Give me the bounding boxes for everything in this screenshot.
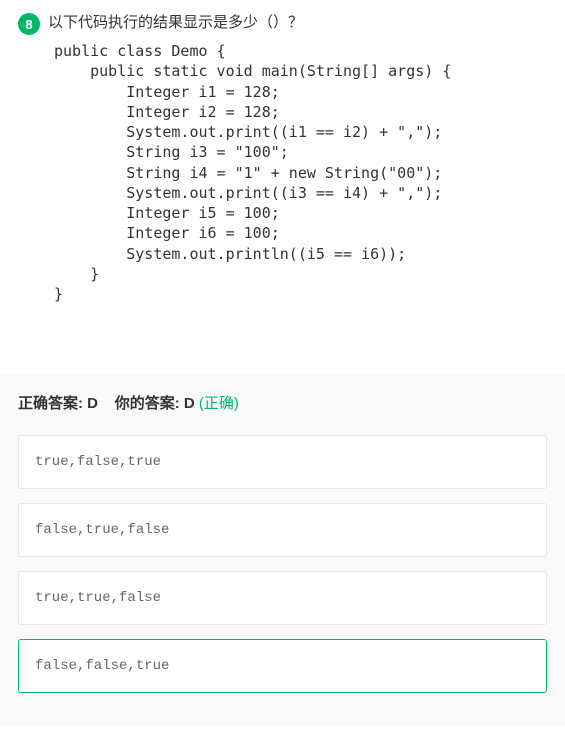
option-c[interactable]: true,true,false bbox=[18, 571, 547, 625]
your-answer-value: D bbox=[184, 395, 195, 412]
your-answer-status: (正确) bbox=[199, 395, 239, 412]
correct-answer-value: D bbox=[87, 395, 98, 412]
answer-section: 正确答案: D 你的答案: D (正确) true,false,true fal… bbox=[0, 374, 565, 725]
option-a[interactable]: true,false,true bbox=[18, 435, 547, 489]
option-text: true,false,true bbox=[35, 454, 161, 470]
question-header: 8 以下代码执行的结果显示是多少（）？ bbox=[18, 12, 565, 35]
option-b[interactable]: false,true,false bbox=[18, 503, 547, 557]
option-text: false,true,false bbox=[35, 522, 169, 538]
code-block: public class Demo { public static void m… bbox=[54, 41, 565, 304]
question-container: 8 以下代码执行的结果显示是多少（）？ public class Demo { … bbox=[0, 0, 565, 304]
correct-answer-label: 正确答案: bbox=[18, 395, 83, 412]
answer-summary: 正确答案: D 你的答案: D (正确) bbox=[18, 392, 547, 413]
your-answer-label: 你的答案: bbox=[115, 395, 180, 412]
option-text: false,false,true bbox=[35, 658, 169, 674]
question-title: 以下代码执行的结果显示是多少（）？ bbox=[48, 12, 303, 34]
option-text: true,true,false bbox=[35, 590, 161, 606]
option-d[interactable]: false,false,true bbox=[18, 639, 547, 693]
question-number-badge: 8 bbox=[18, 13, 40, 35]
